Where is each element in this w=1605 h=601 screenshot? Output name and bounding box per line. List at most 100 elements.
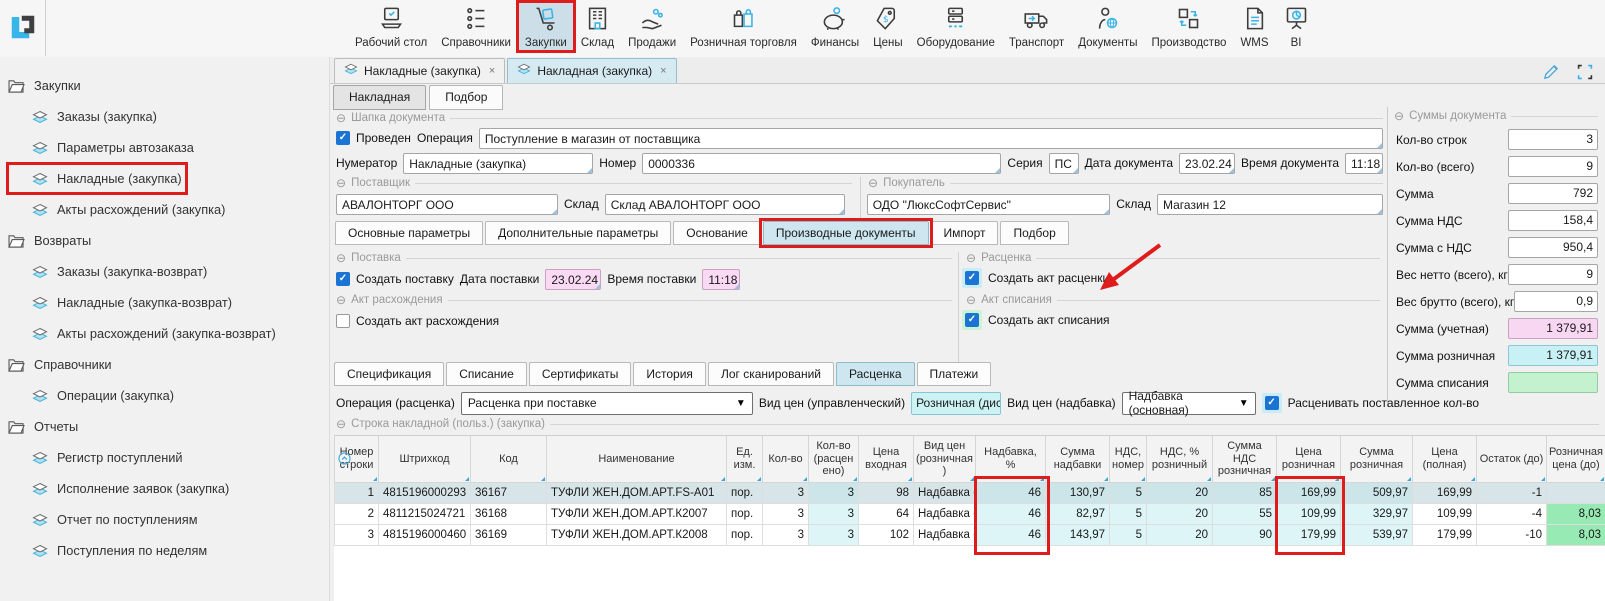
sum-value[interactable]: 1 379,91 — [1508, 318, 1598, 339]
cell-vat-num[interactable]: 5 — [1110, 503, 1147, 524]
cell-price-in[interactable]: 64 — [859, 503, 914, 524]
collapse-icon[interactable]: ⊖ — [336, 418, 346, 430]
cell-retail-before[interactable] — [1547, 482, 1605, 503]
close-icon[interactable]: × — [660, 65, 666, 77]
mgmt-price-type-value[interactable]: Розничная (диска — [911, 392, 1001, 415]
expand-fullscreen-icon[interactable] — [1577, 64, 1593, 83]
supplier-warehouse-input[interactable]: Склад АВАЛОНТОРГ ООО — [605, 194, 845, 215]
detail-tab[interactable]: Платежи — [917, 362, 992, 386]
cell-markup-pct[interactable]: 46 — [976, 482, 1046, 503]
sum-value[interactable]: 1 379,91 — [1508, 345, 1598, 366]
sum-value[interactable]: 3 — [1508, 129, 1598, 150]
parameter-tab[interactable]: Дополнительные параметры — [485, 221, 671, 245]
cell-barcode[interactable]: 4815196000460 — [379, 524, 471, 545]
toolbar-item-prices[interactable]: $ Цены — [866, 2, 910, 51]
cell-qty[interactable]: 3 — [763, 524, 809, 545]
cell-markup-sum[interactable]: 130,97 — [1046, 482, 1110, 503]
sum-value[interactable] — [1508, 372, 1598, 393]
sidebar-item[interactable]: Справочники — [8, 349, 112, 380]
grid-row[interactable]: 3 4815196000460 36169 ТУФЛИ ЖЕН.ДОМ.АРТ.… — [335, 524, 1605, 545]
grid-column-header[interactable]: Наименование — [547, 436, 727, 482]
cell-price-in[interactable]: 102 — [859, 524, 914, 545]
toolbar-item-bi[interactable]: BI — [1276, 2, 1317, 51]
cell-code[interactable]: 36169 — [471, 524, 547, 545]
cell-unit[interactable]: пор. — [727, 482, 763, 503]
parameter-tab[interactable]: Основные параметры — [335, 221, 483, 245]
sum-value[interactable]: 9 — [1508, 264, 1598, 285]
create-delivery-checkbox[interactable] — [336, 272, 350, 286]
cell-balance[interactable]: -4 — [1477, 503, 1547, 524]
numerator-input[interactable]: Накладные (закупка) — [403, 153, 593, 174]
sort-button-icon[interactable] — [338, 452, 351, 468]
sidebar-item[interactable]: Исполнение заявок (закупка) — [32, 473, 229, 504]
cell-retail-before[interactable]: 8,03 — [1547, 524, 1605, 545]
doc-time-input[interactable]: 11:18 — [1345, 153, 1383, 174]
cell-name[interactable]: ТУФЛИ ЖЕН.ДОМ.АРТ.К2008 — [547, 524, 727, 545]
view-tab[interactable]: Подбор — [429, 85, 503, 110]
delivery-time-input[interactable]: 11:18 — [702, 269, 740, 290]
collapse-icon[interactable]: ⊖ — [336, 252, 346, 264]
view-tab[interactable]: Накладная — [333, 85, 426, 110]
collapse-icon[interactable]: ⊖ — [336, 177, 346, 189]
cell-code[interactable]: 36168 — [471, 503, 547, 524]
sidebar-item[interactable]: Операции (закупка) — [32, 380, 174, 411]
sidebar-item[interactable]: Накладные (закупка) — [32, 163, 182, 194]
cell-retail-sum[interactable]: 509,97 — [1341, 482, 1413, 503]
grid-column-header[interactable]: Остаток (до) — [1477, 436, 1547, 482]
cell-barcode[interactable]: 4815196000293 — [379, 482, 471, 503]
cell-balance[interactable]: -10 — [1477, 524, 1547, 545]
cell-retail-before[interactable]: 8,03 — [1547, 503, 1605, 524]
cell-qty[interactable]: 3 — [763, 482, 809, 503]
create-writeoff-act-checkbox[interactable] — [965, 313, 979, 327]
cell-price-in[interactable]: 98 — [859, 482, 914, 503]
supplier-input[interactable]: АВАЛОНТОРГ ООО — [336, 194, 558, 215]
toolbar-item-sales[interactable]: Продажи — [621, 2, 683, 51]
grid-column-header[interactable]: Цена розничная — [1277, 436, 1341, 482]
grid-column-header[interactable]: Цена входная — [859, 436, 914, 482]
parameter-tab[interactable]: Подбор — [1000, 221, 1068, 245]
cell-price-type[interactable]: Надбавка (ос — [914, 524, 976, 545]
grid-column-header[interactable]: Сумма НДС розничная — [1213, 436, 1277, 482]
cell-full-price[interactable]: 179,99 — [1413, 524, 1477, 545]
cell-name[interactable]: ТУФЛИ ЖЕН.ДОМ.АРТ.К2007 — [547, 503, 727, 524]
collapse-icon[interactable]: ⊖ — [1394, 110, 1404, 122]
collapse-icon[interactable]: ⊖ — [966, 294, 976, 306]
cell-full-price[interactable]: 109,99 — [1413, 503, 1477, 524]
sidebar-item[interactable]: Заказы (закупка-возврат) — [32, 256, 207, 287]
reprice-checkbox[interactable] — [1265, 396, 1279, 410]
cell-vat-sum[interactable]: 90 — [1213, 524, 1277, 545]
sidebar-item[interactable]: Регистр поступлений — [32, 442, 183, 473]
grid-column-header[interactable]: Цена (полная) — [1413, 436, 1477, 482]
sidebar-item[interactable]: Заказы (закупка) — [32, 101, 157, 132]
detail-tab[interactable]: Списание — [446, 362, 527, 386]
sidebar-item[interactable]: Закупки — [8, 70, 81, 101]
buyer-input[interactable]: ОДО "ЛюксСофтСервис" — [867, 194, 1111, 215]
delivery-date-input[interactable]: 23.02.24 — [545, 269, 601, 290]
collapse-icon[interactable]: ⊖ — [336, 294, 346, 306]
sidebar-item[interactable]: Отчеты — [8, 411, 78, 442]
toolbar-item-finance[interactable]: Финансы — [804, 2, 866, 51]
grid-column-header[interactable]: Штрихкод — [379, 436, 471, 482]
toolbar-item-equipment[interactable]: Оборудование — [910, 2, 1002, 51]
collapse-icon[interactable]: ⊖ — [966, 252, 976, 264]
buyer-warehouse-input[interactable]: Магазин 12 — [1157, 194, 1383, 215]
cell-barcode[interactable]: 4811215024721 — [379, 503, 471, 524]
sum-value[interactable]: 0,9 — [1514, 291, 1598, 312]
detail-tab[interactable]: Расценка — [836, 362, 915, 386]
cell-vat-sum[interactable]: 55 — [1213, 503, 1277, 524]
grid-column-header[interactable]: Кол-во (расценено) — [809, 436, 859, 482]
sum-value[interactable]: 158,4 — [1508, 210, 1598, 231]
close-icon[interactable]: × — [489, 65, 495, 77]
toolbar-item-desktop[interactable]: Рабочий стол — [348, 2, 434, 51]
cell-qty[interactable]: 3 — [763, 503, 809, 524]
cell-retail-price[interactable]: 179,99 — [1277, 524, 1341, 545]
cell-vat-sum[interactable]: 85 — [1213, 482, 1277, 503]
toolbar-item-wms[interactable]: WMS — [1233, 2, 1275, 51]
pricing-operation-select[interactable]: Расценка при поставке ▼ — [461, 392, 753, 415]
doc-date-input[interactable]: 23.02.24 — [1179, 153, 1235, 174]
collapse-icon[interactable]: ⊖ — [336, 112, 346, 124]
cell-qty-priced[interactable]: 3 — [809, 503, 859, 524]
grid-column-header[interactable]: Код — [471, 436, 547, 482]
grid-column-header[interactable]: Сумма розничная — [1341, 436, 1413, 482]
cell-vat-num[interactable]: 5 — [1110, 524, 1147, 545]
